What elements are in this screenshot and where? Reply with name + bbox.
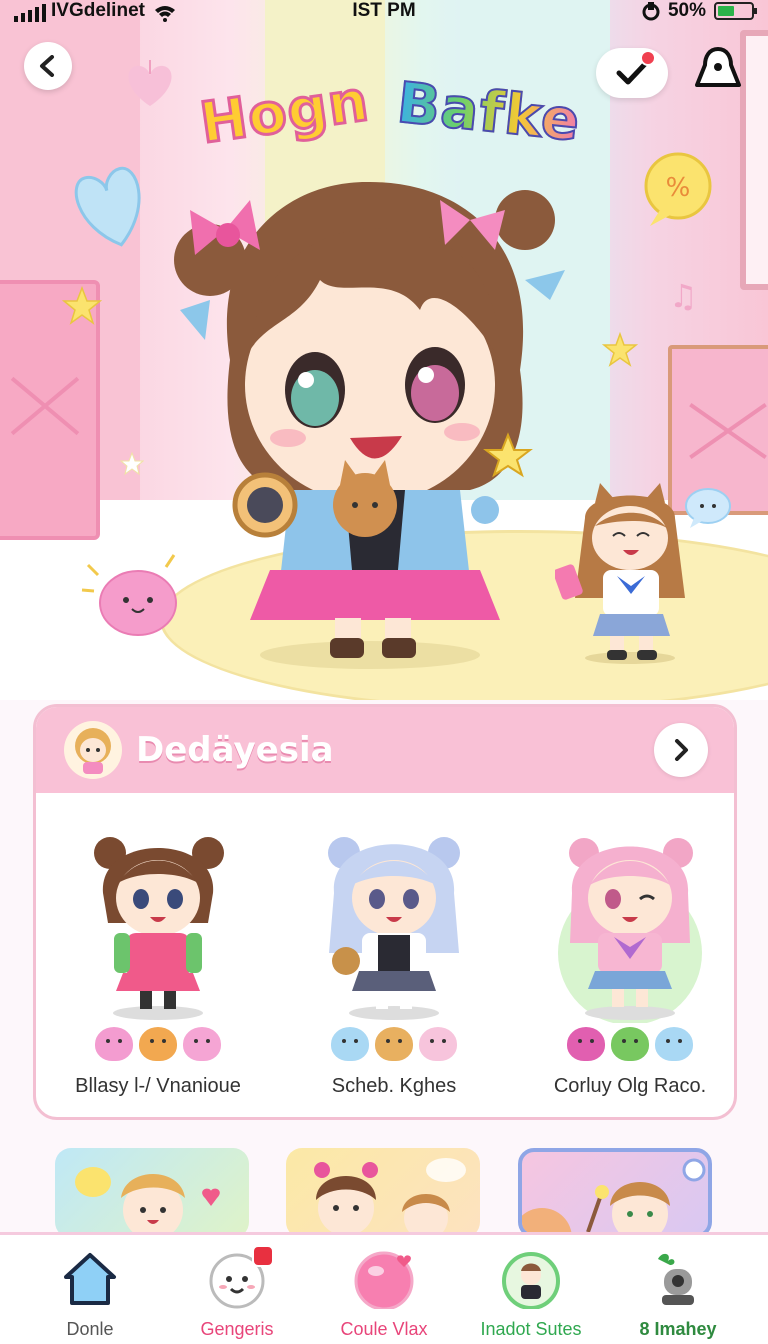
status-right: 50%	[642, 0, 757, 22]
main-character-illustration	[174, 181, 565, 669]
pet-icon	[655, 1027, 693, 1061]
heart-decoration	[74, 166, 141, 247]
user-lock-icon	[695, 47, 741, 87]
pet-icon	[567, 1027, 605, 1061]
pet-icon	[419, 1027, 457, 1061]
character-name: Schеb. Kghes	[331, 1075, 457, 1097]
app-logo: Hogn Bafke	[195, 67, 585, 158]
chat-bubble-decoration: %	[644, 152, 712, 226]
nav-item-suites[interactable]: Inadot Sutes	[456, 1245, 606, 1344]
character-portrait	[558, 838, 702, 1023]
chevron-left-icon	[40, 55, 54, 77]
battery-icon	[714, 2, 757, 20]
thumbnail-illustration	[522, 1158, 706, 1234]
battery-percent: 50%	[667, 0, 706, 21]
character-name: Corluy Olg Raco.	[553, 1075, 707, 1097]
character-card[interactable]: Schеb. Kghes	[284, 807, 504, 1107]
nav-item-home[interactable]: Donle	[15, 1245, 165, 1344]
status-bar: IVGdelinet IST PM 50%	[0, 0, 768, 24]
thumbnail-illustration	[75, 1167, 220, 1238]
next-button[interactable]	[654, 723, 708, 777]
logo-word-1: Hogn	[195, 67, 375, 158]
home-icon	[64, 1253, 116, 1305]
pet-row	[520, 1027, 734, 1061]
orientation-lock-icon	[642, 2, 660, 21]
character-card[interactable]: Bllasy l-/ Vnaniоue	[48, 807, 268, 1107]
pet-row	[284, 1027, 504, 1061]
thumbnail-card[interactable]	[518, 1148, 712, 1238]
featured-card: Dedäyesia Bllasy l-/ Vnaniоue Schеb. Kgh…	[33, 704, 737, 1120]
pet-icon	[183, 1027, 221, 1061]
character-name: Bllasy l-/ Vnaniоue	[75, 1075, 241, 1097]
bottom-nav: Donle Gengeris Coule Vlax Inadot Sutes 8…	[0, 1232, 768, 1344]
svg-text:%: %	[666, 173, 691, 203]
nav-item-chats[interactable]: Gengeris	[162, 1245, 312, 1344]
avatar-icon	[75, 728, 111, 774]
character-list: Bllasy l-/ Vnaniоue Schеb. Kghes Corluy …	[36, 807, 734, 1107]
nav-label: Donle	[66, 1319, 114, 1339]
nav-label: Gengeris	[200, 1319, 274, 1339]
featured-card-header[interactable]: Dedäyesia	[36, 707, 734, 793]
logo-word-2: Bafke	[393, 70, 584, 156]
window	[740, 30, 768, 290]
pet-icon	[611, 1027, 649, 1061]
nav-item-center[interactable]: Coule Vlax	[309, 1245, 459, 1344]
nav-label: Coule Vlax	[340, 1319, 428, 1339]
star-decoration	[120, 452, 144, 476]
featured-card-title: Dedäyesia	[136, 730, 334, 770]
heart-decoration	[128, 60, 172, 106]
tasks-button[interactable]	[596, 48, 668, 98]
profile-button[interactable]	[692, 42, 744, 94]
notification-dot	[640, 50, 656, 66]
heart-orb-icon	[354, 1251, 414, 1309]
nav-label: 8 Imahey	[639, 1319, 717, 1339]
avatar	[64, 721, 122, 779]
nav-item-profile[interactable]: 8 Imahey	[603, 1245, 753, 1344]
music-note-decoration: ♫	[669, 277, 698, 315]
character-card[interactable]: Corluy Olg Raco.	[520, 807, 734, 1107]
pet-icon	[331, 1027, 369, 1061]
back-button[interactable]	[24, 42, 72, 90]
robot-icon	[658, 1253, 694, 1305]
character-portrait	[94, 837, 224, 1020]
notification-badge	[252, 1245, 274, 1267]
pet-icon	[95, 1027, 133, 1061]
thumbnail-card[interactable]	[55, 1148, 249, 1238]
star-decoration	[602, 332, 638, 367]
thumbnail-illustration	[314, 1158, 466, 1238]
battery-fill	[718, 6, 734, 16]
character-portrait	[328, 837, 460, 1020]
nav-label: Inadot Sutes	[480, 1319, 582, 1339]
character-badge-icon	[502, 1252, 560, 1309]
thumbnail-card[interactable]	[286, 1148, 480, 1238]
star-decoration	[62, 286, 102, 325]
svg-text:♫: ♫	[669, 277, 698, 315]
pet-icon	[375, 1027, 413, 1061]
pet-icon	[139, 1027, 177, 1061]
side-character-illustration	[555, 483, 685, 664]
pet-row	[48, 1027, 268, 1061]
chevron-right-icon	[675, 739, 688, 761]
